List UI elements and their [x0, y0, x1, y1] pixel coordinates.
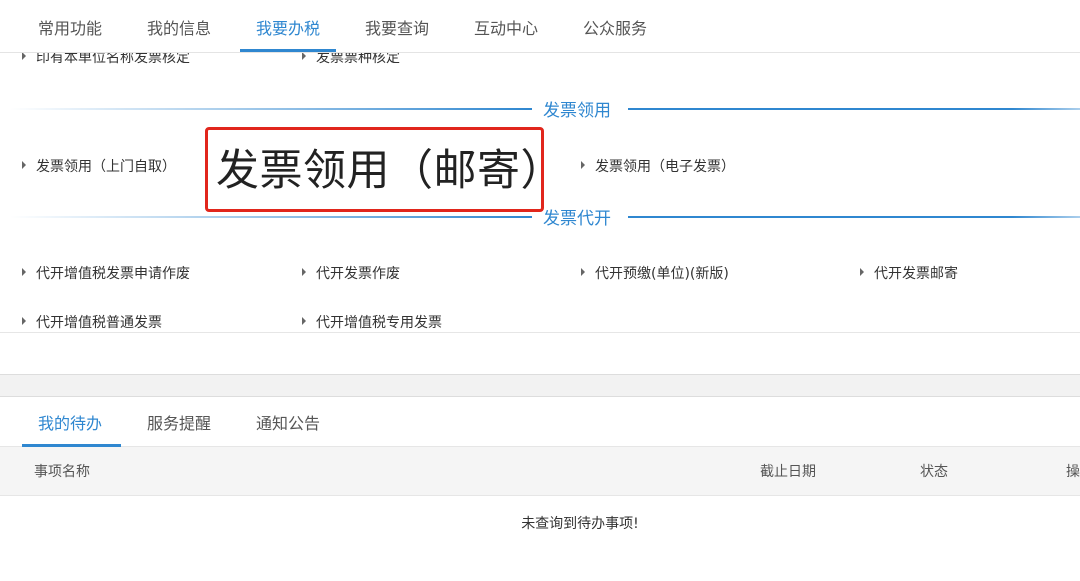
highlighted-label: 发票领用（邮寄）: [216, 146, 564, 196]
caret-right-icon: [302, 317, 306, 325]
link-invoice-collect-pickup[interactable]: 发票领用（上门自取）: [22, 156, 176, 176]
link-agent-vat-normal[interactable]: 代开增值税普通发票: [22, 312, 162, 332]
link-invoice-print-approval[interactable]: 印有本单位名称发票核定: [22, 53, 190, 67]
section-header-invoice-collect: 发票领用: [10, 98, 1080, 121]
tab-tax-handling[interactable]: 我要办税: [256, 0, 320, 53]
column-header-action: 操: [1066, 464, 1080, 480]
active-tab-indicator: [240, 49, 336, 52]
caret-right-icon: [581, 268, 585, 276]
caret-right-icon: [581, 161, 585, 169]
link-invoice-collect-mail[interactable]: 发票领用（邮寄）: [205, 127, 564, 212]
tab-my-todo[interactable]: 我的待办: [38, 397, 102, 447]
section-title: 发票领用: [543, 101, 611, 121]
section-header-invoice-agent: 发票代开: [10, 206, 1080, 229]
link-agent-prepay-unit[interactable]: 代开预缴(单位)(新版): [581, 263, 729, 283]
caret-right-icon: [22, 317, 26, 325]
empty-message: 未查询到待办事项!: [521, 516, 639, 532]
caret-right-icon: [860, 268, 864, 276]
table-header: 事项名称 截止日期 状态 操: [0, 447, 1080, 496]
tab-common-functions[interactable]: 常用功能: [38, 0, 102, 53]
link-agent-invoice-mail[interactable]: 代开发票邮寄: [860, 263, 958, 283]
link-invoice-type-approval[interactable]: 发票票种核定: [302, 53, 400, 67]
column-header-status: 状态: [920, 464, 948, 480]
caret-right-icon: [22, 53, 26, 60]
caret-right-icon: [22, 268, 26, 276]
link-invoice-collect-electronic[interactable]: 发票领用（电子发票）: [581, 156, 735, 176]
tab-query[interactable]: 我要查询: [365, 0, 429, 53]
tab-service-reminder[interactable]: 服务提醒: [147, 397, 211, 447]
section-divider: [10, 216, 532, 218]
caret-right-icon: [22, 161, 26, 169]
link-agent-invoice-void[interactable]: 代开发票作废: [302, 263, 400, 283]
caret-right-icon: [302, 53, 306, 60]
service-panel: 印有本单位名称发票核定 发票票种核定 发票领用 发票领用（上门自取） 发票领用（…: [0, 53, 1080, 375]
todo-panel: 我的待办 服务提醒 通知公告 事项名称 截止日期 状态 操 未查询到待办事项!: [0, 396, 1080, 581]
link-agent-vat-void-request[interactable]: 代开增值税发票申请作废: [22, 263, 190, 283]
caret-right-icon: [302, 268, 306, 276]
column-header-deadline: 截止日期: [760, 464, 816, 480]
link-agent-vat-special[interactable]: 代开增值税专用发票: [302, 312, 442, 332]
tab-notice[interactable]: 通知公告: [256, 397, 320, 447]
todo-tabs: 我的待办 服务提醒 通知公告: [0, 397, 1080, 447]
section-divider: [628, 108, 1080, 110]
column-header-item-name: 事项名称: [34, 464, 90, 480]
section-divider: [10, 108, 532, 110]
top-nav: 常用功能 我的信息 我要办税 我要查询 互动中心 公众服务: [0, 0, 1080, 53]
tab-public-service[interactable]: 公众服务: [583, 0, 647, 53]
section-title: 发票代开: [543, 209, 611, 229]
section-divider: [628, 216, 1080, 218]
tab-my-info[interactable]: 我的信息: [147, 0, 211, 53]
tab-interaction-center[interactable]: 互动中心: [474, 0, 538, 53]
divider: [0, 332, 1080, 333]
